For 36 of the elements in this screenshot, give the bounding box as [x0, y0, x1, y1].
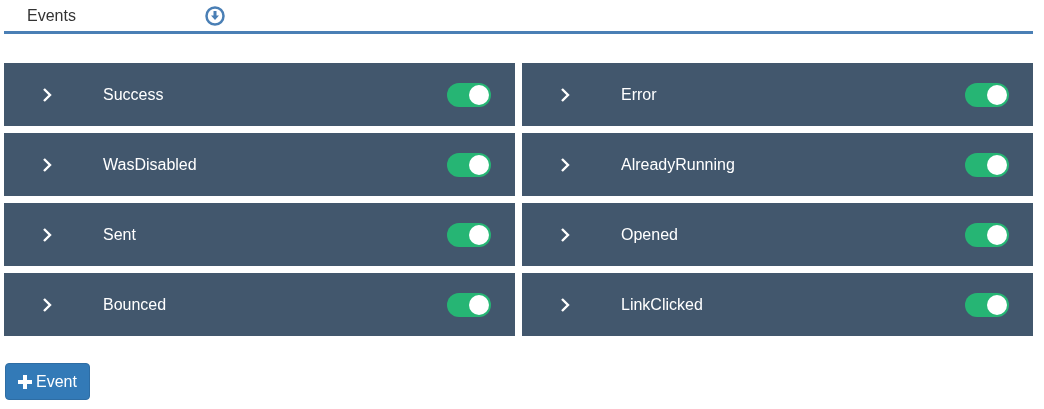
event-name: AlreadyRunning: [621, 155, 736, 174]
event-name: Sent: [103, 225, 137, 244]
event-panel[interactable]: Success: [4, 63, 515, 126]
chevron-right-icon[interactable]: [560, 86, 570, 103]
toggle-switch[interactable]: [965, 292, 1009, 317]
event-panel[interactable]: WasDisabled: [4, 133, 515, 196]
chevron-right-icon[interactable]: [42, 296, 52, 313]
toggle-switch[interactable]: [965, 152, 1009, 177]
event-panel[interactable]: Opened: [522, 203, 1033, 266]
toggle-switch[interactable]: [447, 292, 491, 317]
chevron-right-icon[interactable]: [560, 226, 570, 243]
event-panel[interactable]: Sent: [4, 203, 515, 266]
chevron-right-icon[interactable]: [42, 226, 52, 243]
event-name: Error: [621, 85, 658, 104]
event-name: Bounced: [103, 295, 168, 314]
toggle-switch[interactable]: [447, 222, 491, 247]
toggle-switch[interactable]: [447, 82, 491, 107]
chevron-right-icon[interactable]: [560, 296, 570, 313]
event-panel[interactable]: Error: [522, 63, 1033, 126]
add-event-button[interactable]: Event: [5, 363, 90, 400]
toggle-switch[interactable]: [447, 152, 491, 177]
event-panel[interactable]: AlreadyRunning: [522, 133, 1033, 196]
chevron-right-icon[interactable]: [42, 86, 52, 103]
chevron-right-icon[interactable]: [42, 156, 52, 173]
event-name: Success: [103, 85, 165, 104]
event-name: Opened: [621, 225, 679, 244]
chevron-right-icon[interactable]: [560, 156, 570, 173]
section-title: Events: [27, 7, 77, 25]
event-panel[interactable]: Bounced: [4, 273, 515, 336]
toggle-switch[interactable]: [965, 82, 1009, 107]
toggle-switch[interactable]: [965, 222, 1009, 247]
event-name: LinkClicked: [621, 295, 704, 314]
plus-icon: [18, 374, 32, 389]
event-name: WasDisabled: [103, 155, 198, 174]
download-icon[interactable]: [205, 6, 225, 26]
event-panel[interactable]: LinkClicked: [522, 273, 1033, 336]
